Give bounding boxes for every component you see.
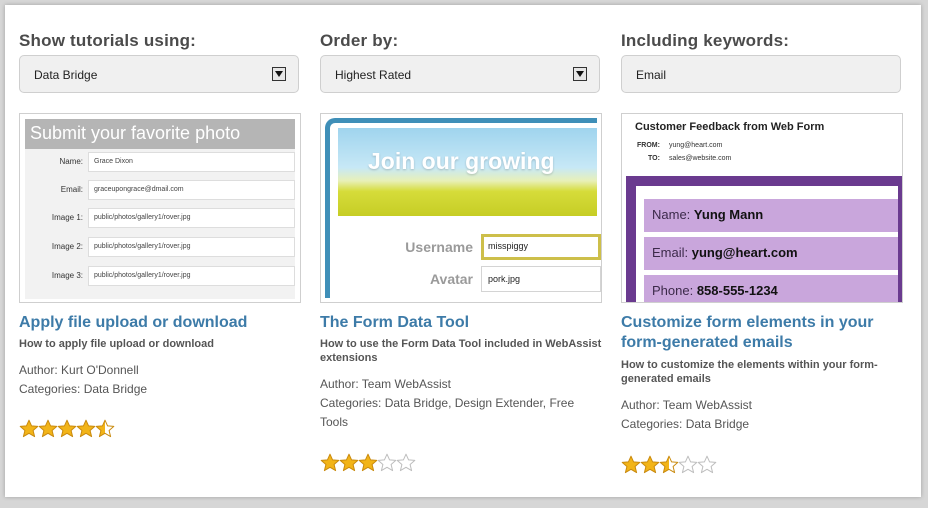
- star-icon: [19, 419, 39, 438]
- thumb-field-input: public/photos/gallery1/rover.jpg: [88, 208, 295, 228]
- thumb-email-value: yung@heart.com: [691, 245, 798, 260]
- tutorial-title-link[interactable]: The Form Data Tool: [320, 313, 602, 333]
- star-icon: [38, 419, 58, 438]
- tutorial-categories: Categories: Data Bridge: [19, 382, 148, 396]
- star-icon: [57, 419, 77, 438]
- tutorial-subtitle: How to customize the elements within you…: [621, 359, 878, 385]
- show-tutorials-select[interactable]: Data Bridge: [19, 55, 299, 93]
- thumb-field-value: misspiggy: [488, 241, 529, 251]
- thumb-email-field: Email: yung@heart.com: [644, 237, 898, 270]
- star-rating: [320, 453, 416, 473]
- thumb-banner: Join our growing: [338, 128, 597, 216]
- thumb-form-row: Username misspiggy: [338, 234, 601, 264]
- thumb-field-label: Image 2:: [51, 242, 83, 251]
- thumb-name-label: Name:: [652, 207, 691, 222]
- keywords-label: Including keywords:: [621, 31, 790, 50]
- thumb-to-value: sales@website.com: [669, 155, 732, 162]
- thumb-field-value: public/photos/gallery1/rover.jpg: [94, 272, 191, 279]
- star-icon: [339, 453, 359, 472]
- thumb-field-label: Image 3:: [51, 271, 83, 280]
- thumb-from-value: yung@heart.com: [669, 142, 723, 149]
- thumb-field-input: pork.jpg: [481, 266, 601, 292]
- star-icon: [697, 455, 717, 474]
- order-by-value: Highest Rated: [335, 68, 412, 82]
- tutorial-subtitle: How to use the Form Data Tool included i…: [320, 338, 602, 364]
- thumb-form-row: Email: graceupongrace@dmail.com: [25, 178, 295, 202]
- thumb-field-value: pork.jpg: [488, 274, 521, 284]
- tutorial-subtitle: How to apply file upload or download: [19, 338, 214, 350]
- order-by-label: Order by:: [320, 31, 399, 50]
- thumb-banner-text: Join our growing: [368, 148, 555, 174]
- dropdown-arrow-icon[interactable]: [573, 67, 587, 81]
- star-icon: [377, 453, 397, 472]
- thumb-field-label: Username: [405, 239, 473, 255]
- thumb-field-label: Image 1:: [51, 213, 83, 222]
- show-tutorials-label: Show tutorials using:: [19, 31, 197, 50]
- show-tutorials-value: Data Bridge: [34, 68, 98, 82]
- thumb-field-input: graceupongrace@dmail.com: [88, 180, 295, 200]
- thumb-field-label: Email:: [60, 185, 83, 194]
- keywords-input[interactable]: Email: [621, 55, 901, 93]
- dropdown-arrow-icon[interactable]: [272, 67, 286, 81]
- thumb-form-row: Avatar pork.jpg: [338, 266, 601, 296]
- thumb-to-label: TO:: [648, 155, 660, 162]
- keywords-value: Email: [636, 68, 667, 82]
- thumb-field-input: public/photos/gallery1/rover.jpg: [88, 237, 295, 257]
- star-icon: [358, 453, 378, 472]
- tutorial-author: Author: Team WebAssist: [320, 377, 451, 391]
- thumb-email-field: Name: Yung Mann: [644, 199, 898, 232]
- thumb-field-value: public/photos/gallery1/rover.jpg: [94, 243, 191, 250]
- thumb-form-row: Image 3: public/photos/gallery1/rover.jp…: [25, 264, 295, 288]
- star-icon: [640, 455, 660, 474]
- thumb-field-input: public/photos/gallery1/rover.jpg: [88, 266, 295, 286]
- tutorial-browser: Show tutorials using: Data Bridge Submit…: [5, 5, 921, 497]
- star-icon: [95, 419, 115, 438]
- thumb-form: Name: Grace Dixon Email: graceupongrace@…: [25, 149, 295, 299]
- thumb-field-label: Name:: [59, 157, 83, 166]
- thumb-field-value: public/photos/gallery1/rover.jpg: [94, 214, 191, 221]
- thumb-field-input: misspiggy: [481, 234, 601, 260]
- tutorial-thumbnail[interactable]: Submit your favorite photo Name: Grace D…: [19, 113, 301, 303]
- thumb-form-row: Image 2: public/photos/gallery1/rover.jp…: [25, 235, 295, 259]
- tutorial-categories: Categories: Data Bridge, Design Extender…: [320, 396, 575, 429]
- thumb-field-value: Grace Dixon: [94, 158, 133, 165]
- tutorial-categories: Categories: Data Bridge: [621, 417, 750, 431]
- tutorial-author: Author: Team WebAssist: [621, 398, 752, 412]
- thumb-form-row: Image 1: public/photos/gallery1/rover.jp…: [25, 206, 295, 230]
- tutorial-title-link[interactable]: Customize form elements in your form-gen…: [621, 313, 903, 353]
- thumb-phone-value: 858-555-1234: [696, 283, 778, 298]
- thumb-phone-label: Phone:: [652, 283, 694, 298]
- thumb-field-label: Avatar: [429, 271, 473, 287]
- thumb-heading: Submit your favorite photo: [30, 123, 241, 143]
- order-by-select[interactable]: Highest Rated: [320, 55, 600, 93]
- star-icon: [396, 453, 416, 472]
- tutorial-thumbnail[interactable]: Join our growing Username misspiggy Avat…: [320, 113, 602, 303]
- thumb-heading: Customer Feedback from Web Form: [635, 121, 825, 133]
- thumb-from-label: FROM:: [637, 142, 660, 149]
- thumb-form-row: Name: Grace Dixon: [25, 150, 295, 174]
- tutorial-thumbnail[interactable]: Customer Feedback from Web Form FROM: yu…: [621, 113, 903, 303]
- thumb-name-value: Yung Mann: [693, 207, 764, 222]
- tutorial-title-link[interactable]: Apply file upload or download: [19, 313, 301, 333]
- thumb-header: Submit your favorite photo: [25, 119, 295, 149]
- tutorial-author: Author: Kurt O'Donnell: [19, 363, 139, 377]
- star-icon: [76, 419, 96, 438]
- thumb-email-label: Email:: [652, 245, 689, 260]
- thumb-email-field: Phone: 858-555-1234: [644, 275, 898, 302]
- thumb-field-input: Grace Dixon: [88, 152, 295, 172]
- thumb-field-value: graceupongrace@dmail.com: [94, 186, 184, 193]
- star-icon: [659, 455, 679, 474]
- star-rating: [621, 455, 717, 475]
- star-icon: [621, 455, 641, 474]
- star-icon: [320, 453, 340, 472]
- star-icon: [678, 455, 698, 474]
- star-rating: [19, 419, 115, 439]
